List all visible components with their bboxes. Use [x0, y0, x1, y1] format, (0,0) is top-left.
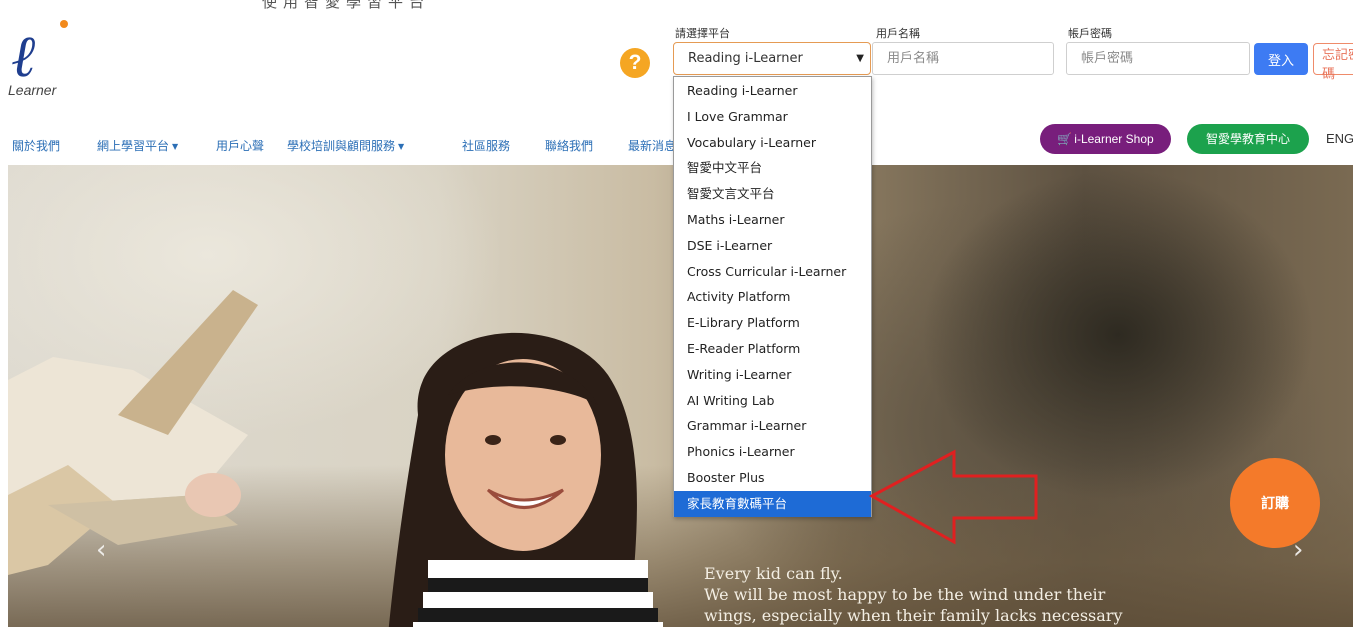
smiling-girl-image: [388, 332, 663, 627]
dropdown-option[interactable]: Grammar i-Learner: [674, 413, 871, 439]
dropdown-option[interactable]: DSE i-Learner: [674, 233, 871, 259]
dropdown-option[interactable]: Vocabulary i-Learner: [674, 130, 871, 156]
dropdown-option[interactable]: Activity Platform: [674, 284, 871, 310]
dropdown-option[interactable]: Booster Plus: [674, 465, 871, 491]
hero-caption-line-3: wings, especially when their family lack…: [704, 606, 1123, 625]
red-arrow-annotation-icon: [868, 449, 1038, 545]
dropdown-option[interactable]: 智愛文言文平台: [674, 181, 871, 207]
dropdown-option[interactable]: AI Writing Lab: [674, 388, 871, 414]
top-strip: 使用智愛學習平台: [0, 0, 1353, 10]
logo-wordmark: Learner: [8, 82, 57, 98]
nav-item-news[interactable]: 最新消息: [628, 137, 676, 154]
dropdown-option[interactable]: Phonics i-Learner: [674, 439, 871, 465]
chevron-down-icon: ▼: [856, 53, 864, 64]
nav-item-school-training-label: 學校培訓與顧問服務: [287, 139, 396, 153]
nav-item-about[interactable]: 關於我們: [12, 137, 60, 154]
dropdown-option[interactable]: Cross Curricular i-Learner: [674, 259, 871, 285]
dropdown-option[interactable]: E-Reader Platform: [674, 336, 871, 362]
logo-dot: [60, 20, 68, 28]
dropdown-option[interactable]: Reading i-Learner: [674, 78, 871, 104]
hero-caption-line-1: Every kid can fly.: [704, 564, 843, 583]
dropdown-option[interactable]: Writing i-Learner: [674, 362, 871, 388]
shop-button-label: i-Learner Shop: [1074, 132, 1154, 146]
nav-item-testimonials[interactable]: 用戶心聲: [216, 137, 264, 154]
dropdown-option[interactable]: Maths i-Learner: [674, 207, 871, 233]
language-toggle[interactable]: ENG: [1326, 131, 1353, 146]
platform-select-value: Reading i-Learner: [688, 51, 803, 66]
username-input[interactable]: [872, 42, 1054, 75]
username-label: 用戶名稱: [876, 27, 920, 40]
nav-item-community[interactable]: 社區服務: [462, 137, 510, 154]
dropdown-option[interactable]: I Love Grammar: [674, 104, 871, 130]
dropdown-option[interactable]: 智愛中文平台: [674, 155, 871, 181]
nav-item-platforms-label: 網上學習平台: [97, 139, 170, 153]
dropdown-option-highlighted[interactable]: 家長教育數碼平台: [674, 490, 871, 517]
platform-label: 請選擇平台: [675, 27, 730, 40]
caret-down-icon: ▼: [172, 142, 179, 151]
cardboard-plane-image: [8, 290, 258, 575]
cart-icon: 🛒: [1057, 132, 1073, 146]
password-label: 帳戶密碼: [1068, 27, 1112, 40]
platform-select[interactable]: Reading i-Learner ▼: [673, 42, 871, 75]
site-logo[interactable]: ℓ Learner: [8, 18, 78, 98]
nav-item-platforms[interactable]: 網上學習平台 ▼: [97, 137, 178, 154]
carousel-prev-icon[interactable]: ‹: [96, 535, 106, 565]
dropdown-option[interactable]: E-Library Platform: [674, 310, 871, 336]
hero-caption: Every kid can fly. We will be most happy…: [704, 563, 1344, 626]
nav-item-school-training[interactable]: 學校培訓與顧問服務 ▼: [287, 137, 404, 154]
help-icon[interactable]: ?: [620, 48, 650, 78]
nav-item-contact[interactable]: 聯絡我們: [545, 137, 593, 154]
hero-caption-line-2: We will be most happy to be the wind und…: [704, 585, 1106, 604]
forgot-password-button[interactable]: 忘記密碼: [1313, 43, 1353, 82]
platform-dropdown-list: Reading i-Learner I Love Grammar Vocabul…: [673, 76, 872, 517]
logo-mark: ℓ: [12, 22, 37, 90]
cropped-header-text: 使用智愛學習平台: [262, 0, 431, 10]
login-button[interactable]: 登入: [1254, 43, 1308, 75]
caret-down-icon: ▼: [398, 142, 405, 151]
shop-button[interactable]: 🛒 i-Learner Shop: [1040, 124, 1171, 154]
password-input[interactable]: [1066, 42, 1250, 75]
education-centre-button[interactable]: 智愛學教育中心: [1187, 124, 1309, 154]
order-button[interactable]: 訂購: [1230, 458, 1320, 548]
